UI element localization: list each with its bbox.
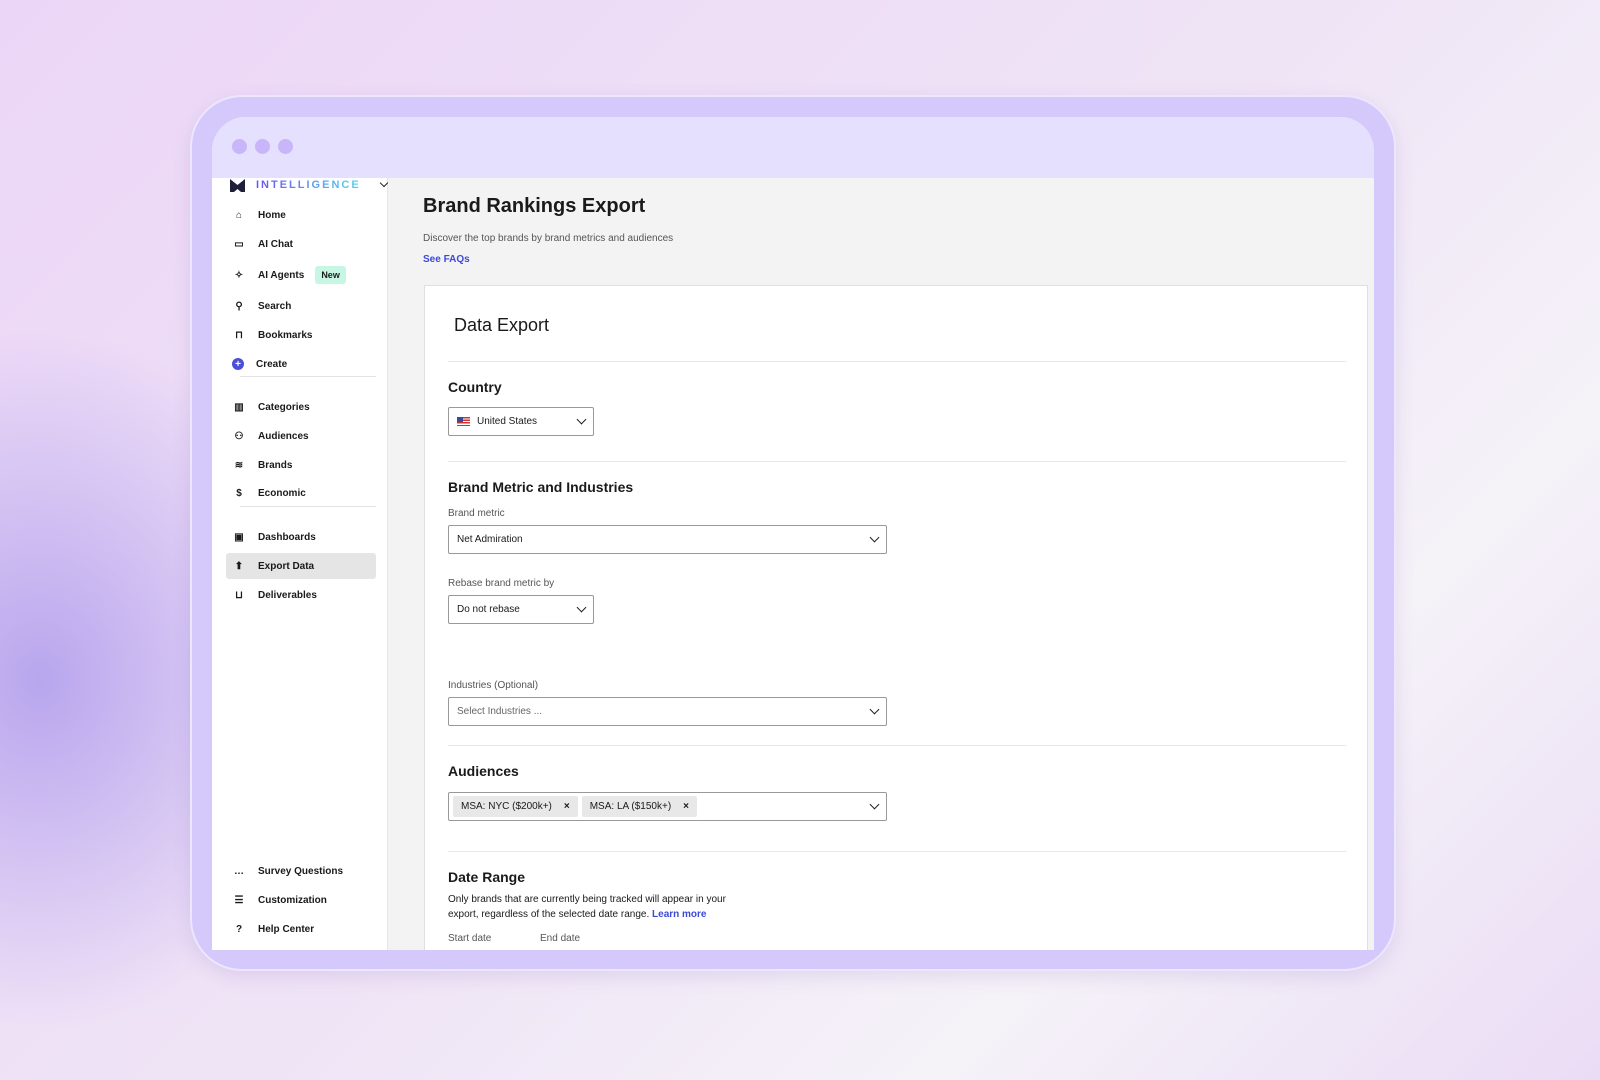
sidebar-item-label: Dashboards bbox=[258, 531, 316, 543]
sidebar-item-search[interactable]: ⚲ Search bbox=[226, 293, 376, 319]
date-range-description: Only brands that are currently being tra… bbox=[448, 894, 726, 920]
new-badge: New bbox=[315, 266, 346, 284]
country-heading: Country bbox=[448, 379, 502, 395]
layers-icon: ≋ bbox=[234, 459, 244, 471]
window-dot bbox=[232, 139, 247, 154]
sidebar-item-label: Help Center bbox=[258, 923, 315, 935]
sidebar-item-label: Customization bbox=[258, 894, 327, 906]
metric-heading: Brand Metric and Industries bbox=[448, 479, 634, 495]
sidebar: INTELLIGENCE ⌂ Home ▭ AI Chat ✧ AI Agents New ⚲… bbox=[212, 178, 388, 950]
inbox-icon: ⊔ bbox=[235, 589, 243, 601]
country-select[interactable]: United States bbox=[448, 407, 594, 436]
sidebar-item-home[interactable]: ⌂ Home bbox=[226, 202, 376, 228]
industries-select[interactable]: Select Industries ... bbox=[448, 697, 887, 726]
sidebar-item-label: Survey Questions bbox=[258, 865, 344, 877]
chevron-down-icon bbox=[869, 532, 880, 543]
sidebar-item-customization[interactable]: ☰ Customization bbox=[226, 887, 376, 913]
sidebar-item-label: Bookmarks bbox=[258, 329, 313, 341]
window-dot bbox=[278, 139, 293, 154]
chevron-down-icon bbox=[576, 414, 587, 425]
audiences-select[interactable]: MSA: NYC ($200k+) × MSA: LA ($150k+) × bbox=[448, 792, 887, 821]
page-subtitle: Discover the top brands by brand metrics… bbox=[423, 233, 674, 244]
sidebar-item-categories[interactable]: ▥ Categories bbox=[226, 394, 376, 420]
start-date-label: Start date bbox=[448, 933, 492, 944]
home-icon: ⌂ bbox=[235, 209, 243, 221]
sidebar-item-deliverables[interactable]: ⊔ Deliverables bbox=[226, 582, 376, 608]
page-title: Brand Rankings Export bbox=[423, 195, 646, 217]
brand-metric-label: Brand metric bbox=[448, 508, 505, 519]
chevron-down-icon bbox=[576, 602, 587, 613]
sidebar-item-label: Home bbox=[258, 209, 286, 221]
sidebar-divider bbox=[240, 376, 376, 377]
sidebar-item-survey-questions[interactable]: … Survey Questions bbox=[226, 858, 376, 884]
chevron-down-icon bbox=[379, 178, 388, 188]
audience-chip: MSA: LA ($150k+) × bbox=[581, 796, 697, 817]
audiences-heading: Audiences bbox=[448, 763, 519, 779]
sliders-icon: ☰ bbox=[234, 894, 244, 906]
title-bar bbox=[212, 117, 1374, 178]
sidebar-item-label: Categories bbox=[258, 401, 310, 413]
chevron-down-icon bbox=[869, 799, 880, 810]
divider bbox=[448, 461, 1346, 462]
chevron-down-icon bbox=[869, 704, 880, 715]
main-content: Brand Rankings Export Discover the top b… bbox=[388, 178, 1374, 950]
plus-circle-icon: + bbox=[232, 358, 244, 370]
learn-more-link[interactable]: Learn more bbox=[652, 909, 706, 920]
remove-chip-icon[interactable]: × bbox=[564, 801, 570, 812]
sidebar-divider bbox=[240, 506, 376, 507]
us-flag-icon bbox=[457, 417, 470, 426]
sidebar-item-dashboards[interactable]: ▣ Dashboards bbox=[226, 524, 376, 550]
brand-metric-select[interactable]: Net Admiration bbox=[448, 525, 887, 554]
sparkle-icon: ✧ bbox=[234, 269, 244, 281]
divider bbox=[448, 745, 1346, 746]
sidebar-item-bookmarks[interactable]: ⊓ Bookmarks bbox=[226, 322, 376, 348]
end-date-label: End date bbox=[540, 933, 581, 944]
sidebar-item-ai-chat[interactable]: ▭ AI Chat bbox=[226, 231, 376, 257]
card-title: Data Export bbox=[454, 315, 550, 335]
search-icon: ⚲ bbox=[235, 300, 243, 312]
sidebar-item-ai-agents[interactable]: ✧ AI Agents New bbox=[226, 262, 376, 288]
divider bbox=[448, 851, 1346, 852]
see-faqs-link[interactable]: See FAQs bbox=[423, 254, 470, 265]
sidebar-item-brands[interactable]: ≋ Brands bbox=[226, 452, 376, 478]
chat-icon: ▭ bbox=[234, 238, 244, 250]
remove-chip-icon[interactable]: × bbox=[683, 801, 689, 812]
dashboard-icon: ▣ bbox=[234, 531, 244, 543]
sidebar-item-label: AI Chat bbox=[258, 238, 293, 250]
rebase-label: Rebase brand metric by bbox=[448, 578, 555, 589]
sidebar-item-economic[interactable]: $ Economic bbox=[226, 480, 376, 506]
audience-chip: MSA: NYC ($200k+) × bbox=[453, 796, 578, 817]
chart-icon: ▥ bbox=[234, 401, 244, 413]
sidebar-item-audiences[interactable]: ⚇ Audiences bbox=[226, 423, 376, 449]
sidebar-item-export-data[interactable]: ⬆ Export Data bbox=[226, 553, 376, 579]
sidebar-item-label: Brands bbox=[258, 459, 293, 471]
sidebar-item-label: Export Data bbox=[258, 560, 315, 572]
dollar-icon: $ bbox=[236, 487, 242, 499]
industries-label: Industries (Optional) bbox=[448, 680, 539, 691]
sidebar-item-label: Audiences bbox=[258, 430, 309, 442]
date-range-heading: Date Range bbox=[448, 869, 526, 885]
sidebar-item-label: Create bbox=[256, 358, 288, 370]
logo-icon bbox=[230, 178, 245, 192]
divider bbox=[448, 361, 1346, 362]
sidebar-item-label: Economic bbox=[258, 487, 306, 499]
users-icon: ⚇ bbox=[234, 430, 244, 442]
message-icon: … bbox=[234, 865, 244, 877]
rebase-select[interactable]: Do not rebase bbox=[448, 595, 594, 624]
window-dot bbox=[255, 139, 270, 154]
brand-switcher[interactable]: INTELLIGENCE bbox=[230, 178, 388, 192]
sidebar-item-label: AI Agents bbox=[258, 269, 305, 281]
brand-name: INTELLIGENCE bbox=[256, 179, 361, 191]
data-export-card: Data Export Country United States Brand … bbox=[424, 285, 1368, 950]
sidebar-item-label: Search bbox=[258, 300, 292, 312]
sidebar-item-label: Deliverables bbox=[258, 589, 317, 601]
app-window: INTELLIGENCE ⌂ Home ▭ AI Chat ✧ AI Agents New ⚲… bbox=[212, 117, 1374, 950]
export-icon: ⬆ bbox=[234, 560, 244, 572]
help-icon: ? bbox=[235, 923, 243, 935]
sidebar-item-help-center[interactable]: ? Help Center bbox=[226, 916, 376, 942]
sidebar-item-create[interactable]: + Create bbox=[226, 351, 376, 377]
bookmark-icon: ⊓ bbox=[235, 329, 243, 341]
